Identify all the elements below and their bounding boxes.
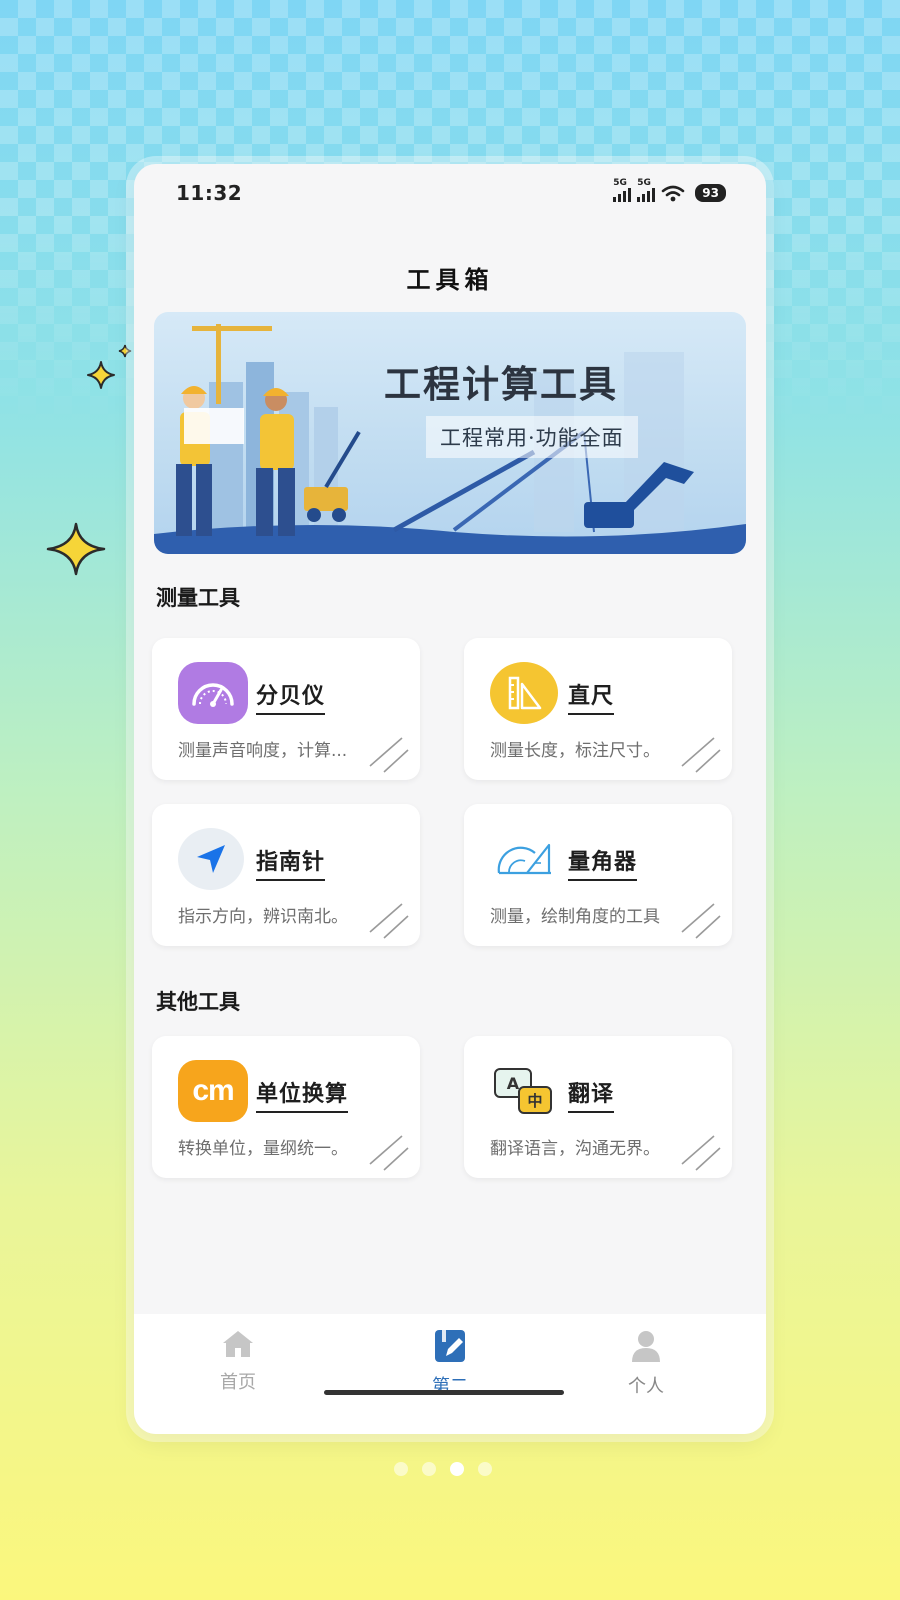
banner-subtitle: 工程常用·功能全面: [426, 416, 638, 458]
status-time: 11:32: [176, 181, 243, 205]
status-bar: 11:32 5G 5G 93: [134, 164, 766, 224]
signal-1-icon: 5G: [613, 178, 632, 202]
tab-profile-label: 个人: [628, 1376, 664, 1397]
home-indicator: [324, 1390, 564, 1395]
tool-card-decibel[interactable]: 分贝仪 测量声音响度，计算...: [152, 638, 420, 780]
banner-title: 工程计算工具: [384, 362, 618, 406]
tool-name: 直尺: [568, 678, 615, 715]
tool-card-translate[interactable]: A 中 翻译 翻译语言，沟通无界。: [464, 1036, 732, 1178]
person-icon: [632, 1331, 660, 1362]
phone-screen: 11:32 5G 5G 93 工具箱 工程计算工具 工程常用·功能全面 测量工具…: [134, 164, 766, 1434]
page-dot[interactable]: [394, 1462, 408, 1476]
card-corner-lines-icon: [369, 1135, 409, 1171]
card-corner-lines-icon: [681, 1135, 721, 1171]
decibel-meter-icon: [178, 662, 248, 724]
tool-card-compass[interactable]: 指南针 指示方向，辨识南北。: [152, 804, 420, 946]
signal-2-icon: 5G: [637, 178, 656, 202]
sparkle-tiny-icon: [118, 344, 132, 358]
tab-profile[interactable]: 个人: [586, 1328, 706, 1398]
compass-arrow-icon: [178, 828, 244, 890]
section-title-other: 其他工具: [156, 990, 240, 1014]
section-title-measure: 测量工具: [156, 586, 240, 610]
tool-name: 量角器: [568, 844, 638, 881]
status-icons: 5G 5G 93: [613, 178, 726, 202]
notebook-pen-icon: [435, 1330, 465, 1362]
tab-home[interactable]: 首页: [178, 1328, 298, 1394]
tool-name: 单位换算: [256, 1076, 349, 1113]
page-dot[interactable]: [422, 1462, 436, 1476]
tool-name: 指南针: [256, 844, 326, 881]
tab-second[interactable]: 第二: [390, 1328, 510, 1398]
signal-1-label: 5G: [613, 178, 627, 188]
tool-description: 指示方向，辨识南北。: [178, 907, 348, 927]
protractor-icon: [490, 828, 560, 890]
tool-description: 测量长度，标注尺寸。: [490, 741, 660, 761]
card-corner-lines-icon: [681, 737, 721, 773]
card-corner-lines-icon: [369, 903, 409, 939]
tool-card-ruler[interactable]: 直尺 测量长度，标注尺寸。: [464, 638, 732, 780]
unit-conversion-icon: cm: [178, 1060, 248, 1122]
wifi-icon: [661, 185, 685, 202]
translate-icon-hanzi: 中: [527, 1091, 543, 1110]
sparkle-large-icon: [46, 522, 106, 576]
translate-icon: A 中: [490, 1060, 560, 1122]
tool-card-unit-conversion[interactable]: cm 单位换算 转换单位，量纲统一。: [152, 1036, 420, 1178]
page-title: 工具箱: [406, 266, 494, 294]
page-dot-active[interactable]: [450, 1462, 464, 1476]
ruler-icon: [490, 662, 558, 724]
tab-home-label: 首页: [220, 1372, 256, 1393]
page-dot[interactable]: [478, 1462, 492, 1476]
sparkle-small-icon: [87, 361, 115, 389]
tool-card-protractor[interactable]: 量角器 测量，绘制角度的工具: [464, 804, 732, 946]
unit-conversion-icon-text: cm: [192, 1074, 234, 1107]
tool-name: 翻译: [568, 1076, 615, 1113]
card-corner-lines-icon: [369, 737, 409, 773]
bottom-tab-bar: 首页 第二 个人: [134, 1314, 766, 1434]
page-indicator: [394, 1462, 492, 1476]
signal-2-label: 5G: [637, 178, 651, 188]
tool-description: 测量，绘制角度的工具: [490, 907, 660, 927]
tool-description: 转换单位，量纲统一。: [178, 1139, 348, 1159]
tool-description: 测量声音响度，计算...: [178, 741, 348, 761]
home-icon: [223, 1331, 253, 1357]
card-corner-lines-icon: [681, 903, 721, 939]
tool-name: 分贝仪: [256, 678, 326, 715]
tool-description: 翻译语言，沟通无界。: [490, 1139, 660, 1159]
promo-banner[interactable]: 工程计算工具 工程常用·功能全面: [154, 312, 746, 554]
battery-indicator: 93: [695, 184, 726, 202]
